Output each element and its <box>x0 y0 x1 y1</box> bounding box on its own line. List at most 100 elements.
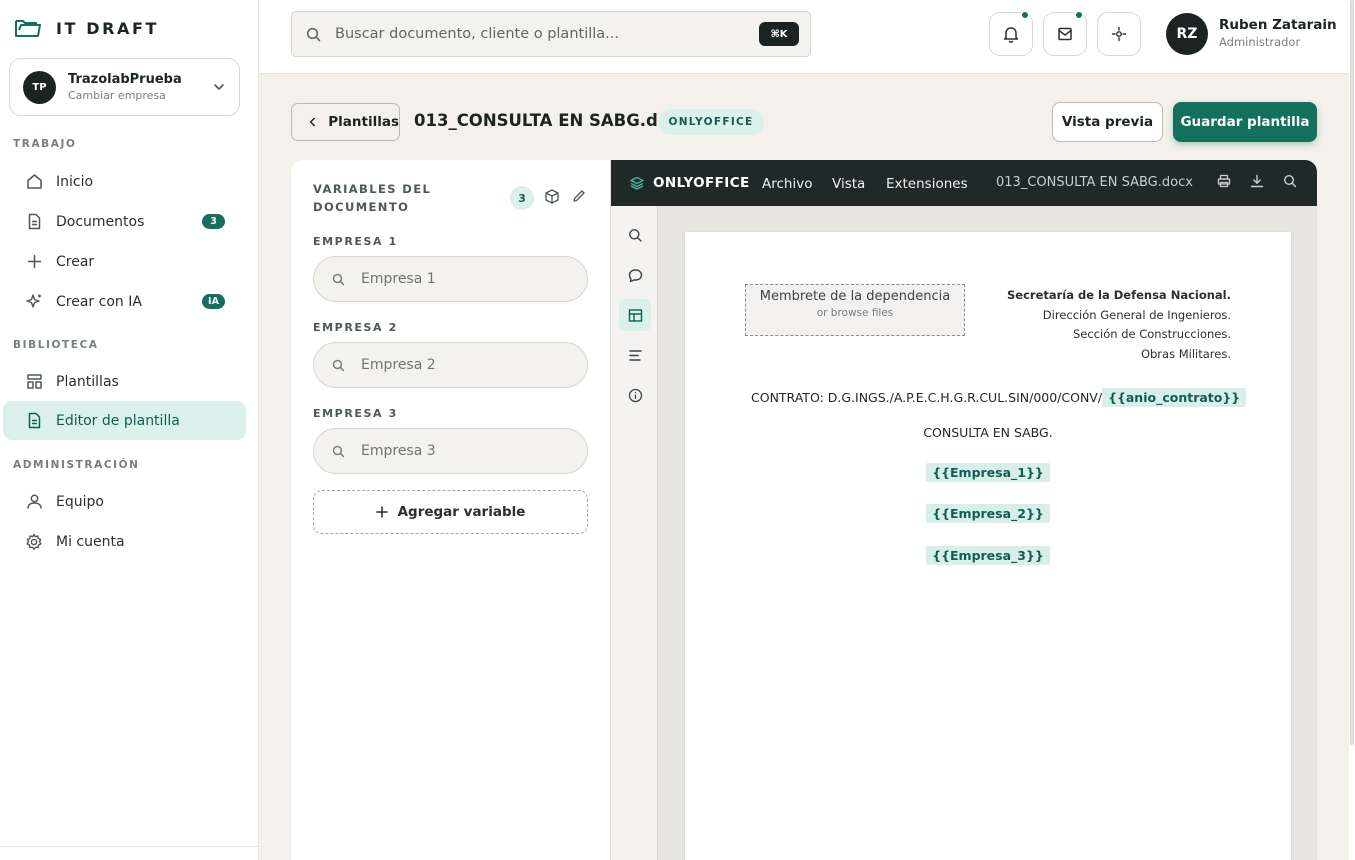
sidebar-item-label: Documentos <box>56 213 145 230</box>
letterhead-line: Dirección General de Ingenieros. <box>1042 307 1231 322</box>
search-icon <box>306 27 321 42</box>
empresa-2-input[interactable]: Empresa 2 <box>313 342 588 388</box>
letterhead-line: Obras Militares. <box>1140 346 1231 361</box>
letterhead-image-placeholder[interactable]: Membrete de la dependencia or browse fil… <box>745 284 965 336</box>
token-row: {{Empresa_3}} <box>685 545 1291 565</box>
variable-token[interactable]: {{Empresa_3}} <box>926 546 1050 565</box>
home-icon <box>25 173 43 191</box>
cube-icon[interactable] <box>545 189 559 204</box>
empresa-1-input[interactable]: Empresa 1 <box>313 256 588 302</box>
template-icon <box>25 373 43 391</box>
search-icon <box>332 273 345 285</box>
user-avatar[interactable]: RZ <box>1166 13 1208 55</box>
editor-left-toolbar <box>611 206 658 860</box>
document-icon <box>25 213 43 231</box>
folder-icon <box>14 16 42 40</box>
align-left-icon <box>628 349 642 361</box>
add-variable-button[interactable]: Agregar variable <box>313 490 588 534</box>
ia-badge: IA <box>202 294 225 309</box>
sidebar-item-label: Crear <box>56 253 95 270</box>
comment-icon <box>628 268 642 282</box>
sidebar-item-inicio[interactable]: Inicio <box>3 162 246 201</box>
sidebar: IT DRAFT TP TrazolabPrueba Cambiar empre… <box>0 0 259 860</box>
membrete-hint: or browse files <box>816 307 894 319</box>
sidebar-item-editor-de-plantilla[interactable]: Editor de plantilla <box>3 401 246 440</box>
empresa-3-input[interactable]: Empresa 3 <box>313 428 588 474</box>
shortcut-badge: ⌘K <box>759 22 799 46</box>
message-dot <box>1074 10 1084 20</box>
messages-button[interactable] <box>1043 10 1087 56</box>
input-placeholder: Empresa 1 <box>361 271 436 287</box>
sparkle-icon <box>25 293 43 311</box>
preview-button[interactable]: Vista previa <box>1052 102 1163 142</box>
variable-token[interactable]: {{Empresa_2}} <box>926 504 1050 523</box>
menu-archivo[interactable]: Archivo <box>762 176 812 192</box>
contract-line: CONTRATO: D.G.INGS./A.P.E.C.H.G.R.CUL.SI… <box>751 388 1247 407</box>
search-icon <box>332 359 345 371</box>
layers-icon <box>630 176 644 190</box>
user-icon <box>25 493 43 511</box>
notifications-button[interactable] <box>989 10 1033 56</box>
navigation-tool[interactable] <box>619 339 651 371</box>
table-icon <box>628 308 642 322</box>
save-template-button[interactable]: Guardar plantilla <box>1173 102 1317 142</box>
back-to-templates-button[interactable]: Plantillas <box>291 103 400 141</box>
section-work: TRABAJO <box>13 138 77 150</box>
info-tool[interactable] <box>619 379 651 411</box>
user-name: Ruben Zatarain <box>1219 17 1337 33</box>
input-placeholder: Empresa 2 <box>361 357 436 373</box>
topbar: Buscar documento, cliente o plantilla...… <box>259 0 1349 74</box>
search-icon <box>628 228 642 242</box>
pencil-icon[interactable] <box>572 189 586 203</box>
plus-icon <box>375 506 388 518</box>
locate-button[interactable] <box>1097 12 1141 56</box>
search-icon <box>332 445 345 457</box>
document-title: 013_CONSULTA EN SABG.docx <box>414 111 690 130</box>
variable-token[interactable]: {{Empresa_1}} <box>926 463 1050 482</box>
document-editor: ONLYOFFICE Archivo Vista Extensiones 013… <box>611 160 1317 860</box>
sidebar-item-label: Mi cuenta <box>56 533 125 550</box>
menu-vista[interactable]: Vista <box>832 176 865 192</box>
editor-file-name: 013_CONSULTA EN SABG.docx <box>996 175 1193 190</box>
menu-extensiones[interactable]: Extensiones <box>886 176 968 192</box>
variables-panel: VARIABLES DEL DOCUMENTO 3 EMPRESA 1 Empr… <box>291 160 611 860</box>
comments-tool[interactable] <box>619 259 651 291</box>
brand[interactable]: IT DRAFT <box>14 16 159 40</box>
sidebar-item-plantillas[interactable]: Plantillas <box>3 362 246 401</box>
mail-icon <box>1057 26 1073 42</box>
sidebar-item-equipo[interactable]: Equipo <box>3 482 246 521</box>
variables-count: 3 <box>510 186 534 210</box>
download-icon[interactable] <box>1250 174 1264 188</box>
sidebar-item-label: Plantillas <box>56 373 119 390</box>
contract-prefix: CONTRATO: D.G.INGS./A.P.E.C.H.G.R.CUL.SI… <box>751 390 1103 405</box>
sidebar-item-crear-con-ia[interactable]: Crear con IA IA <box>3 282 246 321</box>
company-switcher[interactable]: TP TrazolabPrueba Cambiar empresa <box>9 58 240 116</box>
sidebar-item-crear[interactable]: Crear <box>3 242 246 281</box>
table-tool[interactable] <box>619 299 651 331</box>
variable-token[interactable]: {{anio_contrato}} <box>1102 388 1247 407</box>
search-input[interactable]: Buscar documento, cliente o plantilla...… <box>291 11 811 57</box>
brand-name: IT DRAFT <box>56 18 160 38</box>
search-icon[interactable] <box>1283 174 1297 188</box>
sidebar-item-label: Inicio <box>56 173 94 190</box>
section-admin: ADMINISTRACIÓN <box>13 459 140 471</box>
variables-title: VARIABLES DEL DOCUMENTO <box>313 182 432 214</box>
company-action: Cambiar empresa <box>68 89 166 102</box>
document-page[interactable]: Membrete de la dependencia or browse fil… <box>685 232 1291 860</box>
sidebar-item-label: Editor de plantilla <box>56 412 180 429</box>
crosshair-icon <box>1111 26 1127 42</box>
chevron-down-icon <box>213 81 225 93</box>
consulta-line: CONSULTA EN SABG. <box>923 425 1053 440</box>
sidebar-item-mi-cuenta[interactable]: Mi cuenta <box>3 522 246 561</box>
page-scrollbar-thumb[interactable] <box>1350 0 1354 745</box>
gear-icon <box>25 533 43 551</box>
section-library: BIBLIOTECA <box>13 339 99 351</box>
token-row: {{Empresa_2}} <box>685 503 1291 523</box>
find-tool[interactable] <box>619 219 651 251</box>
input-placeholder: Empresa 3 <box>361 443 436 459</box>
letterhead-text: Secretaría de la Defensa Nacional. Direc… <box>1007 286 1231 364</box>
back-label: Plantillas <box>328 114 399 130</box>
print-icon[interactable] <box>1217 174 1231 188</box>
sidebar-item-documentos[interactable]: Documentos 3 <box>3 202 246 241</box>
plus-icon <box>25 253 43 271</box>
